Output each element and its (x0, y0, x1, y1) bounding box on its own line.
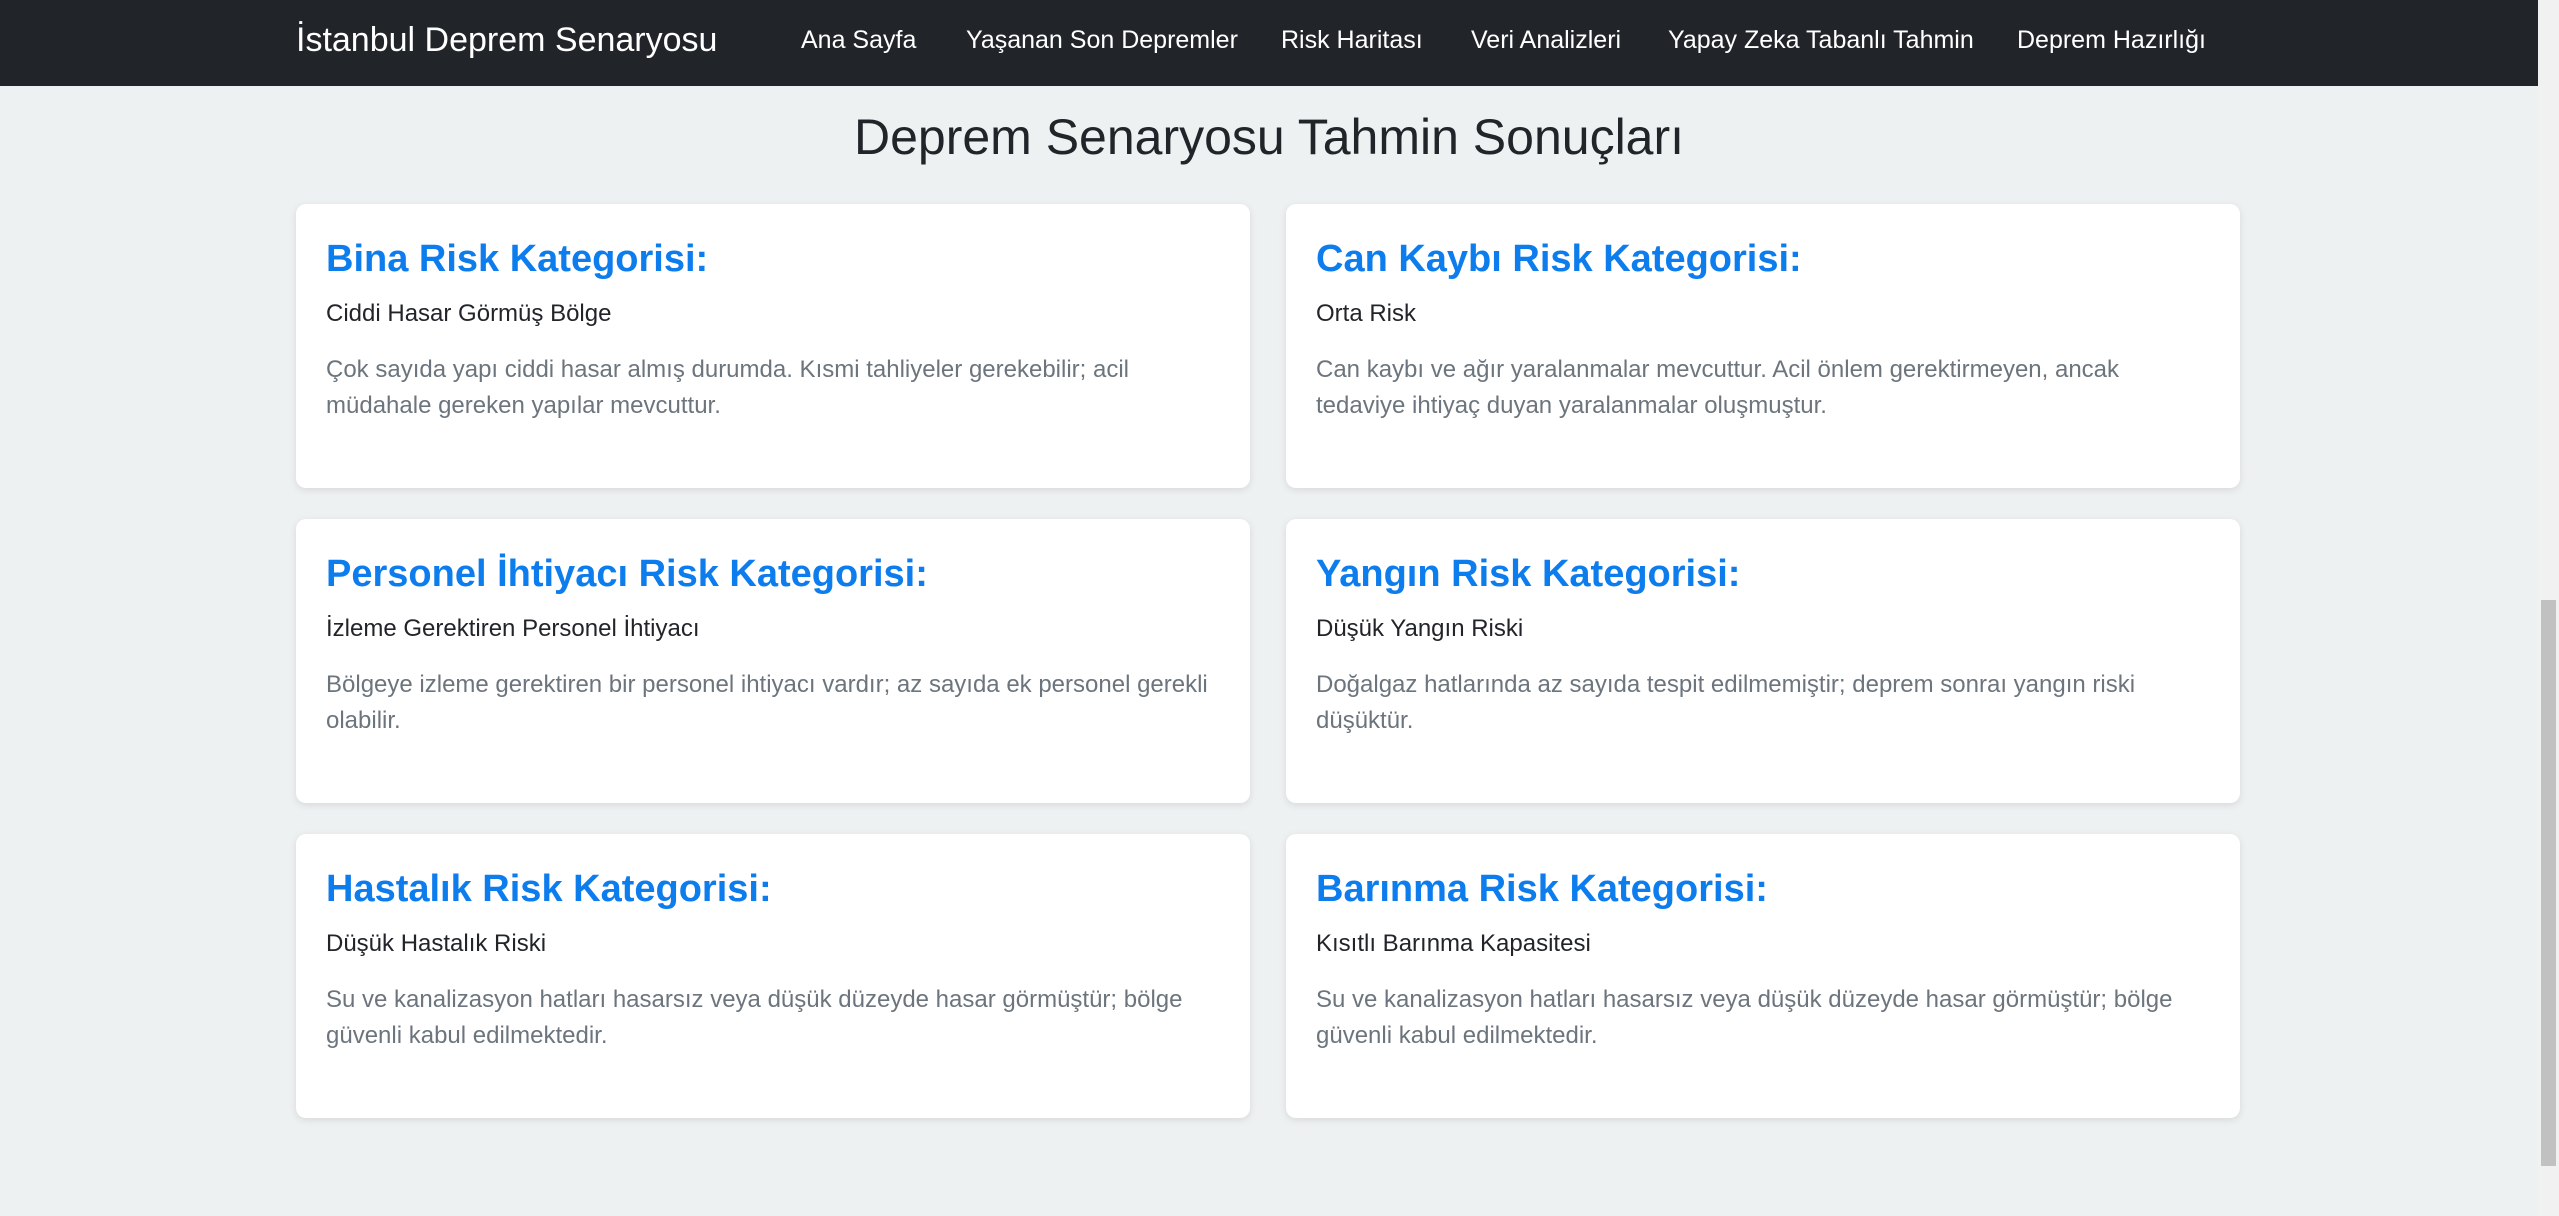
top-navbar: İstanbul Deprem Senaryosu Ana Sayfa Yaşa… (0, 0, 2538, 86)
card-personel-ihtiyaci-risk: Personel İhtiyacı Risk Kategorisi: İzlem… (296, 519, 1250, 803)
scrollbar-thumb[interactable] (2541, 600, 2556, 1166)
card-category: Düşük Hastalık Riski (326, 930, 547, 957)
card-description: Çok sayıda yapı ciddi hasar almış durumd… (326, 356, 1130, 419)
nav-link-ana-sayfa[interactable]: Ana Sayfa (801, 0, 916, 80)
navbar-brand[interactable]: İstanbul Deprem Senaryosu (296, 0, 717, 80)
page-title: Deprem Senaryosu Tahmin Sonuçları (853, 109, 1685, 165)
card-can-kaybi-risk: Can Kaybı Risk Kategorisi: Orta Risk Can… (1286, 204, 2240, 488)
card-title: Barınma Risk Kategorisi: (1316, 868, 1768, 910)
vertical-scrollbar[interactable] (2538, 0, 2559, 1216)
card-title: Can Kaybı Risk Kategorisi: (1316, 238, 1802, 280)
card-category: Kısıtlı Barınma Kapasitesi (1316, 930, 1591, 957)
page-viewport: İstanbul Deprem Senaryosu Ana Sayfa Yaşa… (0, 0, 2559, 1216)
card-category: Orta Risk (1316, 300, 1417, 327)
card-hastalik-risk: Hastalık Risk Kategorisi: Düşük Hastalık… (296, 834, 1250, 1118)
nav-link-son-depremler[interactable]: Yaşanan Son Depremler (966, 0, 1238, 80)
card-title: Yangın Risk Kategorisi: (1316, 553, 1741, 595)
nav-link-deprem-hazirligi[interactable]: Deprem Hazırlığı (2017, 0, 2206, 80)
card-title: Bina Risk Kategorisi: (326, 238, 709, 280)
card-category: İzleme Gerektiren Personel İhtiyacı (326, 615, 700, 642)
nav-link-veri-analizleri[interactable]: Veri Analizleri (1471, 0, 1621, 80)
nav-link-yapay-zeka-tahmin[interactable]: Yapay Zeka Tabanlı Tahmin (1668, 0, 1974, 80)
card-bina-risk: Bina Risk Kategorisi: Ciddi Hasar Görmüş… (296, 204, 1250, 488)
card-category: Ciddi Hasar Görmüş Bölge (326, 300, 612, 327)
card-category: Düşük Yangın Riski (1316, 615, 1524, 642)
nav-link-risk-haritasi[interactable]: Risk Haritası (1281, 0, 1423, 80)
card-title: Hastalık Risk Kategorisi: (326, 868, 772, 910)
card-description: Doğalgaz hatlarında az sayıda tespit edi… (1316, 671, 2136, 734)
card-description: Bölgeye izleme gerektiren bir personel i… (326, 671, 1208, 734)
card-barinma-risk: Barınma Risk Kategorisi: Kısıtlı Barınma… (1286, 834, 2240, 1118)
card-yangin-risk: Yangın Risk Kategorisi: Düşük Yangın Ris… (1286, 519, 2240, 803)
card-description: Can kaybı ve ağır yaralanmalar mevcuttur… (1316, 356, 2120, 419)
card-description: Su ve kanalizasyon hatları hasarsız veya… (326, 986, 1183, 1049)
card-title: Personel İhtiyacı Risk Kategorisi: (326, 553, 928, 595)
card-description: Su ve kanalizasyon hatları hasarsız veya… (1316, 986, 2173, 1049)
